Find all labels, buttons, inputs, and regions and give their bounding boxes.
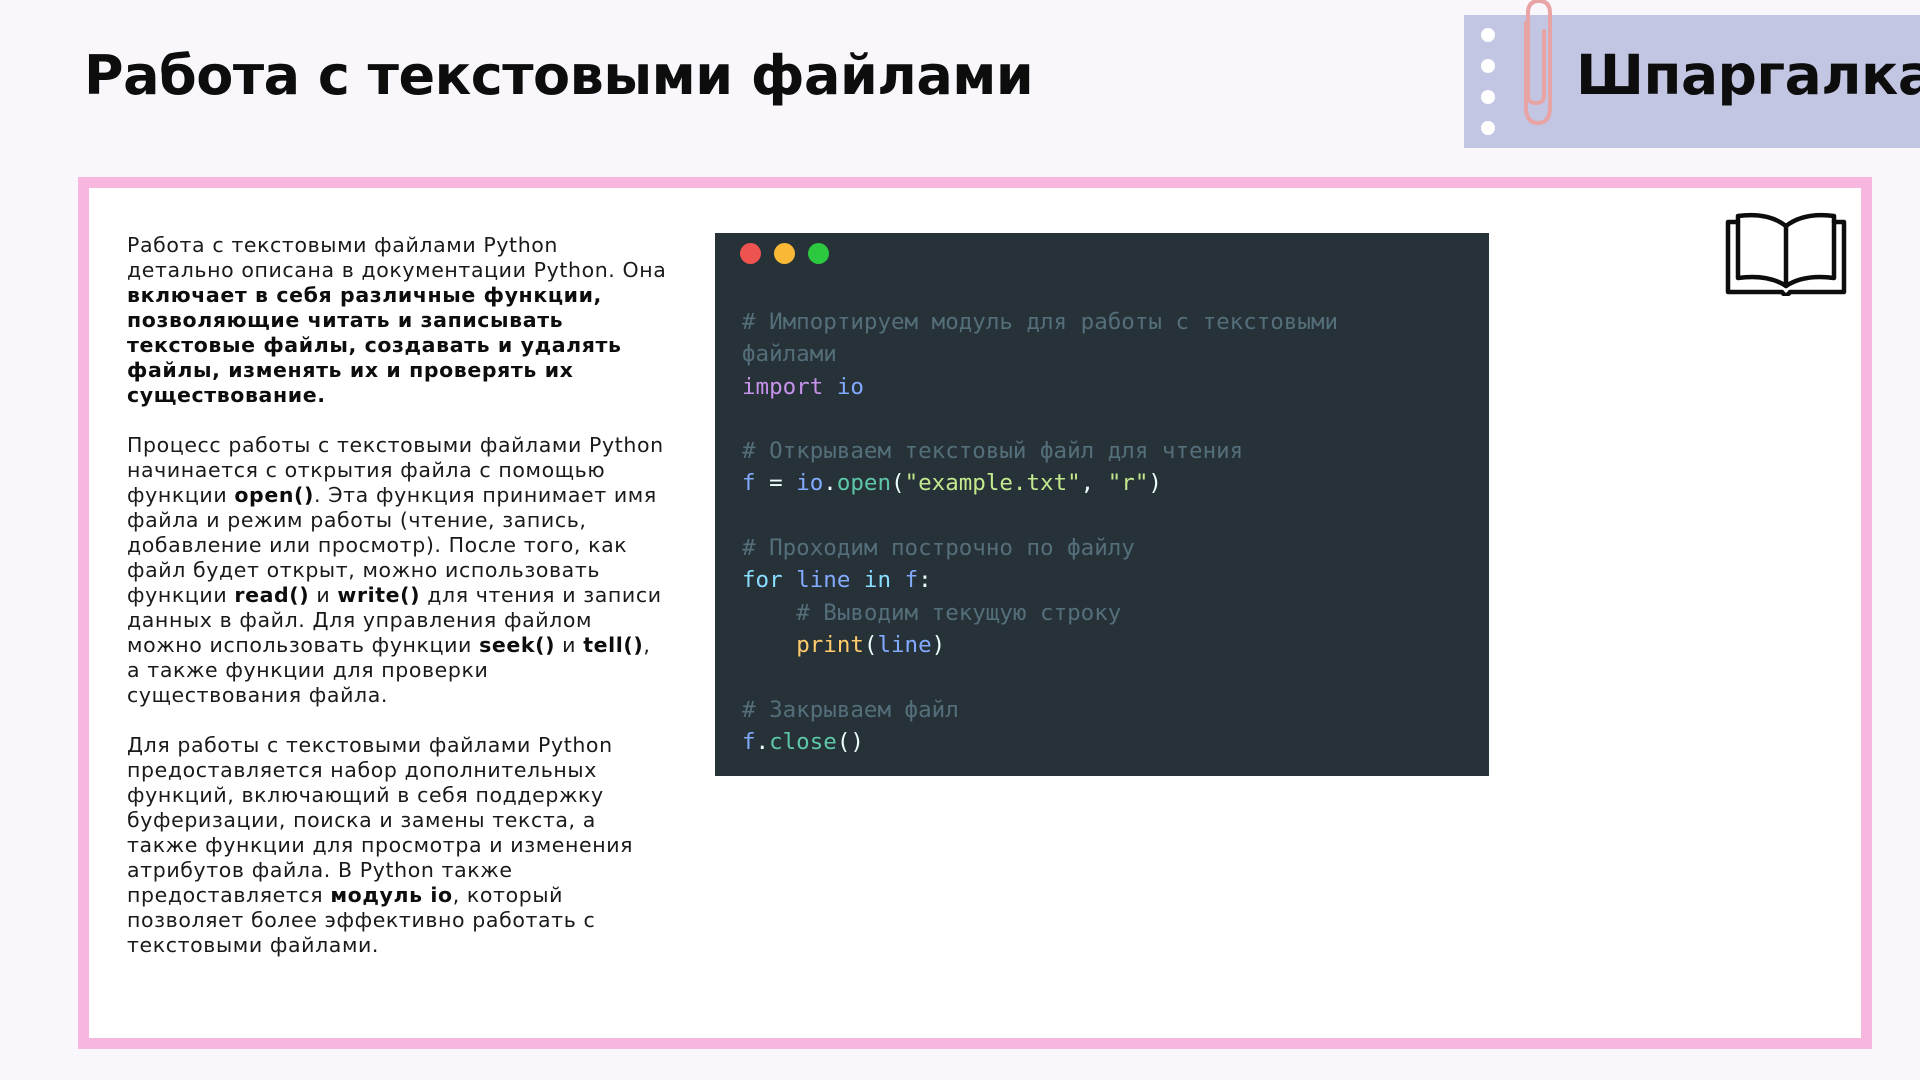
description-text: Работа с текстовыми файлами Python детал… bbox=[127, 233, 667, 983]
bold-text: write() bbox=[337, 583, 421, 607]
code-token: f bbox=[742, 470, 756, 497]
text-run: Работа с текстовыми файлами Python детал… bbox=[127, 233, 667, 282]
code-token: open bbox=[836, 470, 892, 497]
badge-label: Шпаргалка bbox=[1576, 43, 1920, 107]
code-token: . bbox=[823, 470, 837, 497]
text-run: и bbox=[555, 633, 584, 657]
window-close-dot bbox=[740, 243, 761, 264]
code-line: for line in f: bbox=[742, 564, 1338, 596]
code-token: : bbox=[918, 567, 932, 594]
code-token: line bbox=[877, 631, 932, 658]
binder-hole bbox=[1481, 59, 1495, 73]
code-window: # Импортируем модуль для работы с тексто… bbox=[715, 233, 1489, 776]
code-token: "example.txt" bbox=[904, 470, 1081, 497]
code-token: ) bbox=[1148, 470, 1162, 497]
paragraph: Для работы с текстовыми файлами Python п… bbox=[127, 733, 667, 958]
code-token: # Закрываем файл bbox=[742, 696, 959, 723]
code-line: ​ bbox=[742, 500, 1338, 532]
binder-hole bbox=[1481, 90, 1495, 104]
bold-text: read() bbox=[234, 583, 310, 607]
code-line: # Открываем текстовый файл для чтения bbox=[742, 435, 1338, 467]
code-line: import io bbox=[742, 371, 1338, 403]
cheatsheet-badge: Шпаргалка bbox=[1464, 0, 1920, 148]
paperclip-icon bbox=[1524, 0, 1552, 126]
text-run: Для работы с текстовыми файлами Python п… bbox=[127, 733, 634, 907]
bold-text: open() bbox=[234, 483, 314, 507]
text-run: и bbox=[309, 583, 338, 607]
paragraph: Работа с текстовыми файлами Python детал… bbox=[127, 233, 667, 408]
bold-text: seek() bbox=[479, 633, 556, 657]
code-token: print bbox=[796, 631, 864, 658]
code-token: () bbox=[836, 728, 864, 755]
code-token: f bbox=[904, 567, 919, 594]
bold-text: tell() bbox=[583, 633, 644, 657]
code-token: in bbox=[863, 567, 892, 594]
code-line: # Импортируем модуль для работы с тексто… bbox=[742, 306, 1338, 338]
code-token: ( bbox=[863, 631, 878, 658]
code-token: close bbox=[769, 728, 837, 755]
window-maximize-dot bbox=[808, 243, 829, 264]
binder-hole bbox=[1481, 121, 1495, 135]
code-token: ( bbox=[891, 470, 905, 497]
bold-text: включает в себя различные функции, позво… bbox=[127, 283, 622, 407]
code-token: for bbox=[742, 567, 783, 594]
code-token: # Импортируем модуль для работы с тексто… bbox=[742, 309, 1339, 335]
code-line: ​ bbox=[742, 661, 1338, 693]
code-line: # Проходим построчно по файлу bbox=[742, 532, 1338, 564]
code-token: f bbox=[742, 728, 756, 755]
code-token: import bbox=[742, 373, 824, 400]
code-line: ​ bbox=[742, 403, 1338, 435]
code-token: io bbox=[836, 373, 864, 400]
code-token: , bbox=[1080, 470, 1108, 497]
code-token: line bbox=[796, 567, 851, 594]
paragraph: Процесс работы с текстовыми файлами Pyth… bbox=[127, 433, 667, 708]
code-token: ) bbox=[931, 631, 946, 658]
window-minimize-dot bbox=[774, 243, 795, 264]
code-token: io bbox=[796, 470, 824, 497]
code-token: # Открываем текстовый файл для чтения bbox=[742, 438, 1244, 465]
code-token: файлами bbox=[742, 341, 837, 368]
binder-hole bbox=[1481, 28, 1495, 42]
code-token: "r" bbox=[1107, 470, 1149, 497]
code-token: # Проходим построчно по файлу bbox=[742, 535, 1135, 562]
code-token: = bbox=[755, 470, 797, 497]
code-token: # Выводим текущую строку bbox=[796, 599, 1122, 626]
code-line: # Выводим текущую строку bbox=[742, 597, 1338, 629]
code-token: . bbox=[755, 728, 770, 755]
code-line: # Закрываем файл bbox=[742, 694, 1338, 726]
page-title: Работа с текстовыми файлами bbox=[84, 44, 1034, 107]
code-line: f.close() bbox=[742, 726, 1338, 758]
open-book-icon bbox=[1725, 212, 1847, 296]
code-block: # Импортируем модуль для работы с тексто… bbox=[742, 306, 1338, 758]
code-line: print(line) bbox=[742, 629, 1338, 661]
code-line: файлами bbox=[742, 338, 1338, 370]
bold-text: модуль io bbox=[330, 883, 453, 907]
code-line: f = io.open("example.txt", "r") bbox=[742, 467, 1338, 499]
